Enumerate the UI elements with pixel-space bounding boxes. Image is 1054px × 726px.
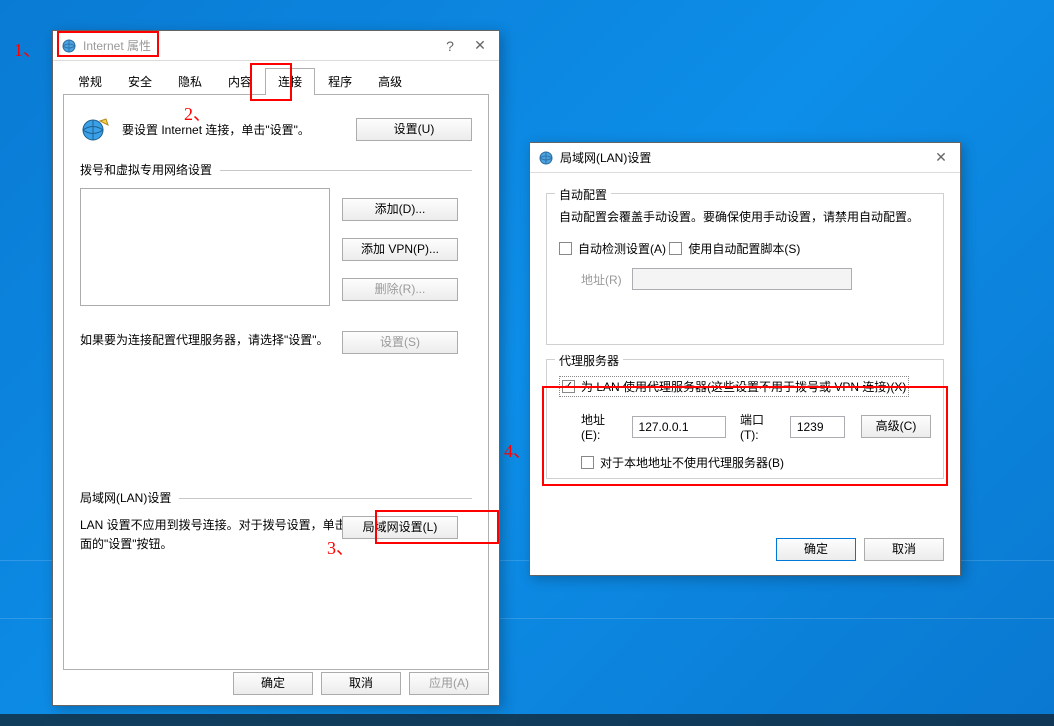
- group-legend-proxy: 代理服务器: [555, 352, 623, 369]
- tabs: 常规 安全 隐私 内容 连接 程序 高级: [63, 67, 489, 95]
- tab-privacy[interactable]: 隐私: [165, 68, 215, 95]
- checkbox-box: [559, 242, 572, 255]
- use-proxy-checkbox[interactable]: 为 LAN 使用代理服务器(这些设置不用于拨号或 VPN 连接)(X): [559, 376, 909, 397]
- setup-text: 要设置 Internet 连接，单击"设置"。: [122, 121, 356, 138]
- add-button[interactable]: 添加(D)...: [342, 198, 458, 221]
- add-vpn-button[interactable]: 添加 VPN(P)...: [342, 238, 458, 261]
- auto-config-group: 自动配置 自动配置会覆盖手动设置。要确保使用手动设置，请禁用自动配置。 自动检测…: [546, 193, 944, 345]
- checkbox-box: [669, 242, 682, 255]
- tab-security[interactable]: 安全: [115, 68, 165, 95]
- remove-button: 删除(R)...: [342, 278, 458, 301]
- tab-connections[interactable]: 连接: [265, 68, 315, 95]
- proxy-address-input[interactable]: 127.0.0.1: [632, 416, 726, 438]
- internet-properties-dialog: Internet 属性 ? ✕ 常规 安全 隐私 内容 连接 程序 高级: [52, 30, 500, 706]
- script-address-label: 地址(R): [581, 271, 622, 288]
- tab-advanced[interactable]: 高级: [365, 68, 415, 95]
- lan-hint: LAN 设置不应用到拨号连接。对于拨号设置，单击上面的"设置"按钮。: [80, 516, 360, 554]
- close-button[interactable]: ✕: [465, 32, 495, 60]
- lan-settings-button[interactable]: 局域网设置(L): [342, 516, 458, 539]
- apply-button: 应用(A): [409, 672, 489, 695]
- advanced-button[interactable]: 高级(C): [861, 415, 931, 438]
- checkbox-label: 自动检测设置(A): [578, 240, 666, 257]
- lan-settings-dialog: 局域网(LAN)设置 ✕ 自动配置 自动配置会覆盖手动设置。要确保使用手动设置，…: [529, 142, 961, 576]
- close-button[interactable]: ✕: [926, 144, 956, 172]
- checkbox-box: [562, 380, 575, 393]
- annotation-1: 1、: [14, 36, 41, 62]
- tab-general[interactable]: 常规: [65, 68, 115, 95]
- titlebar[interactable]: Internet 属性 ? ✕: [53, 31, 499, 61]
- internet-options-icon: [538, 150, 554, 166]
- proxy-hint: 如果要为连接配置代理服务器，请选择"设置"。: [80, 331, 329, 348]
- setup-button[interactable]: 设置(U): [356, 118, 472, 141]
- checkbox-label: 对于本地地址不使用代理服务器(B): [600, 454, 784, 471]
- cancel-button[interactable]: 取消: [321, 672, 401, 695]
- annotation-4: 4、: [504, 437, 531, 463]
- checkbox-label: 为 LAN 使用代理服务器(这些设置不用于拨号或 VPN 连接)(X): [581, 378, 906, 395]
- proxy-group: 代理服务器 为 LAN 使用代理服务器(这些设置不用于拨号或 VPN 连接)(X…: [546, 359, 944, 479]
- tab-content[interactable]: 内容: [215, 68, 265, 95]
- address-label: 地址(E):: [581, 411, 624, 442]
- use-script-checkbox[interactable]: 使用自动配置脚本(S): [669, 240, 800, 257]
- help-button[interactable]: ?: [435, 32, 465, 60]
- cancel-button[interactable]: 取消: [864, 538, 944, 561]
- dialup-listbox[interactable]: [80, 188, 330, 306]
- globe-icon: [80, 113, 112, 145]
- taskbar: [0, 714, 1054, 726]
- dialog-title: Internet 属性: [83, 37, 435, 54]
- ok-button[interactable]: 确定: [776, 538, 856, 561]
- settings-button: 设置(S): [342, 331, 458, 354]
- internet-options-icon: [61, 38, 77, 54]
- titlebar[interactable]: 局域网(LAN)设置 ✕: [530, 143, 960, 173]
- divider: [220, 170, 472, 171]
- lan-section-label: 局域网(LAN)设置: [80, 489, 171, 506]
- group-legend-auto: 自动配置: [555, 186, 611, 203]
- checkbox-label: 使用自动配置脚本(S): [688, 240, 800, 257]
- tab-programs[interactable]: 程序: [315, 68, 365, 95]
- bypass-local-checkbox[interactable]: 对于本地地址不使用代理服务器(B): [581, 454, 784, 471]
- dialup-section-label: 拨号和虚拟专用网络设置: [80, 161, 212, 178]
- proxy-port-input[interactable]: 1239: [790, 416, 845, 438]
- checkbox-box: [581, 456, 594, 469]
- connections-panel: 要设置 Internet 连接，单击"设置"。 设置(U) 拨号和虚拟专用网络设…: [63, 95, 489, 670]
- auto-config-text: 自动配置会覆盖手动设置。要确保使用手动设置，请禁用自动配置。: [559, 208, 931, 226]
- dialog-title: 局域网(LAN)设置: [560, 149, 926, 166]
- port-label: 端口(T):: [740, 411, 782, 442]
- ok-button[interactable]: 确定: [233, 672, 313, 695]
- auto-detect-checkbox[interactable]: 自动检测设置(A): [559, 240, 666, 257]
- script-address-input: [632, 268, 852, 290]
- divider: [179, 498, 472, 499]
